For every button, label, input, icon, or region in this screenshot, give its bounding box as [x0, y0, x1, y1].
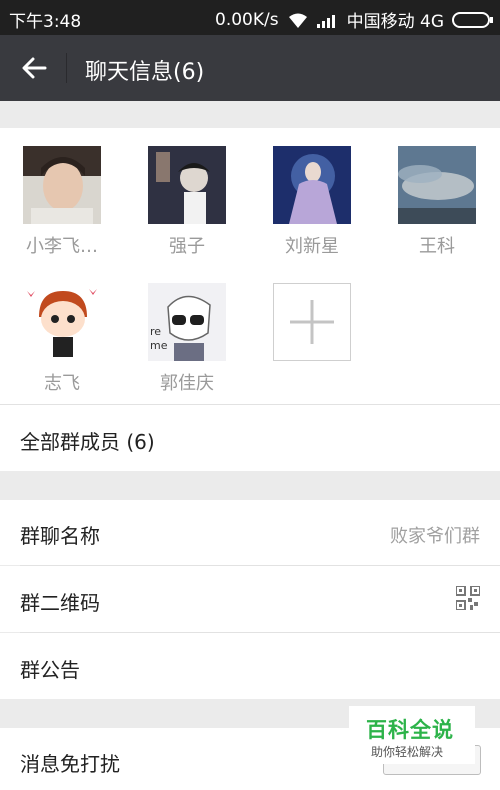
watermark-title: 百科全说	[366, 718, 454, 742]
member-grid: 小李飞… 强子 刘新星 王科 志飞 re me 郭佳庆	[0, 128, 500, 404]
qr-code-row[interactable]: 群二维码	[0, 566, 500, 632]
plus-icon	[290, 300, 334, 344]
group-name-label: 群聊名称	[20, 524, 100, 548]
network-speed: 0.00K/s	[215, 9, 279, 30]
qr-code-label: 群二维码	[20, 591, 100, 615]
avatar	[148, 146, 226, 224]
member-item[interactable]: re me 郭佳庆	[148, 283, 226, 395]
member-name: 刘新星	[285, 236, 339, 257]
all-members-label: 全部群成员 (6)	[20, 430, 155, 454]
group-notice-row[interactable]: 群公告	[0, 633, 500, 699]
qr-code-icon	[456, 586, 480, 610]
wifi-icon	[288, 13, 307, 28]
mute-label: 消息免打扰	[20, 752, 120, 776]
battery-icon	[452, 11, 493, 28]
group-name-row[interactable]: 群聊名称 败家爷们群	[0, 500, 500, 565]
carrier-label: 中国移动 4G	[346, 12, 444, 32]
avatar	[23, 146, 101, 224]
avatar	[398, 146, 476, 224]
status-bar: 下午3:48 0.00K/s 中国移动 4G	[0, 0, 500, 35]
title-divider	[66, 53, 67, 83]
page-title: 聊天信息(6)	[85, 60, 205, 85]
svg-text:re: re	[150, 325, 161, 338]
svg-text:me: me	[150, 339, 168, 352]
status-time: 下午3:48	[9, 12, 82, 32]
member-item[interactable]: 强子	[148, 146, 226, 258]
watermark-subtitle: 助你轻松解决	[371, 745, 444, 759]
avatar	[273, 146, 351, 224]
member-name: 王科	[419, 236, 455, 257]
divider	[0, 404, 500, 405]
back-button[interactable]	[14, 50, 54, 86]
title-bar: 聊天信息(6)	[0, 35, 500, 101]
signal-icon	[316, 14, 335, 28]
add-member-button[interactable]	[273, 283, 351, 361]
avatar: re me	[148, 283, 226, 361]
group-name-value: 败家爷们群	[390, 526, 480, 547]
member-name: 强子	[169, 236, 205, 257]
member-name: 郭佳庆	[160, 373, 214, 394]
member-name: 志飞	[44, 373, 80, 394]
member-name: 小李飞…	[26, 236, 98, 257]
member-item[interactable]: 王科	[398, 146, 476, 258]
group-notice-label: 群公告	[20, 658, 80, 682]
member-item[interactable]: 志飞	[23, 283, 101, 395]
arrow-left-icon	[22, 57, 47, 79]
watermark-logo: 百科全说 助你轻松解决	[349, 706, 475, 764]
avatar	[23, 283, 101, 361]
member-item[interactable]: 小李飞…	[23, 146, 101, 258]
all-members-row[interactable]: 全部群成员 (6)	[0, 405, 500, 471]
member-item[interactable]: 刘新星	[273, 146, 351, 258]
